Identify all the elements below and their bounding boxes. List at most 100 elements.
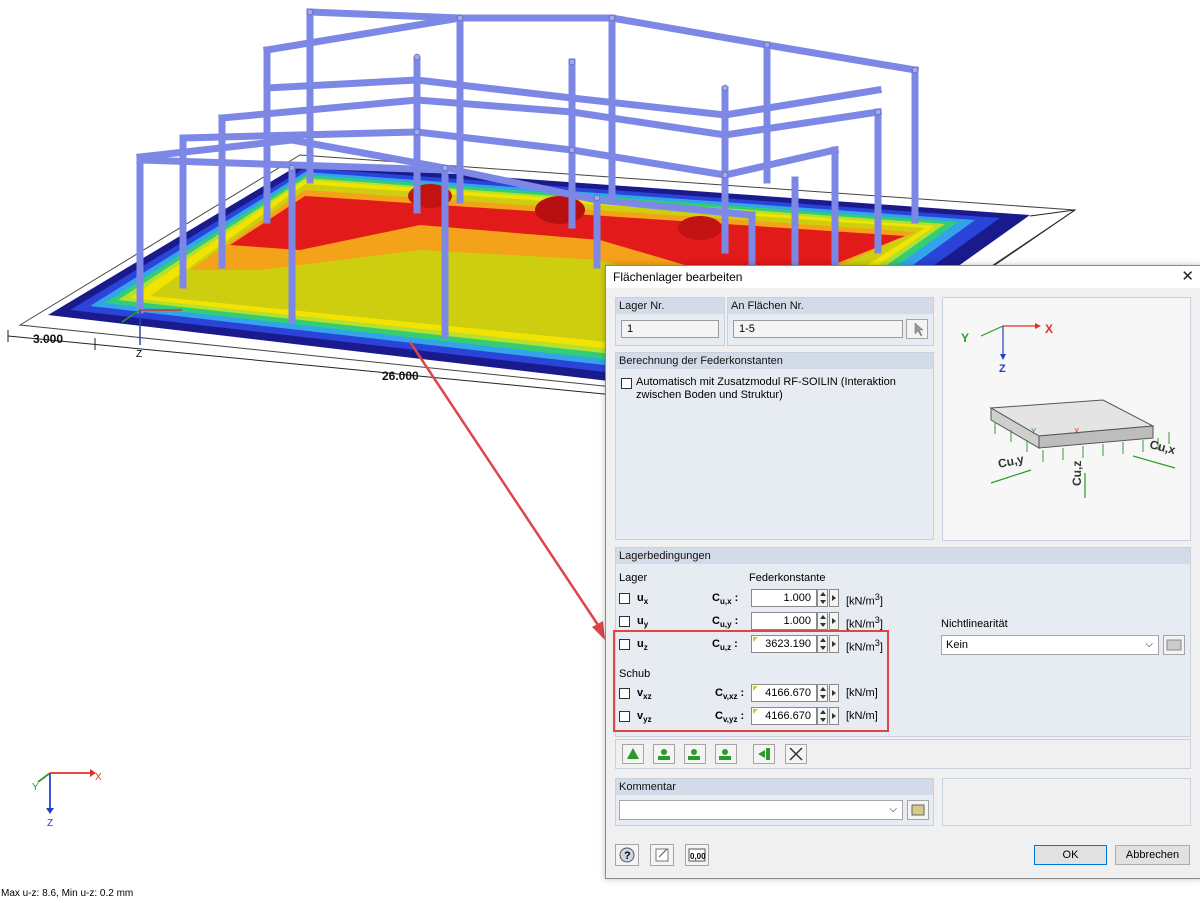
support-diagram: X Y Z Y X Cu,y Cu,x Cu,z	[942, 297, 1191, 541]
cux-spinner[interactable]	[817, 589, 828, 607]
support-y-icon	[719, 749, 731, 760]
vxz-label: vxz	[637, 687, 652, 702]
dimension-label-2: 26.000	[382, 369, 419, 383]
nichtlinearitaet-edit-button[interactable]	[1163, 635, 1185, 655]
nichtlinearitaet-value: Kein	[946, 639, 969, 651]
cux-input[interactable]: 1.000	[751, 589, 817, 607]
an-flaechen-label: An Flächen Nr.	[731, 300, 804, 312]
kommentar-preview	[942, 778, 1191, 826]
uz-label: uz	[637, 638, 648, 653]
kommentar-input[interactable]: ⌵	[619, 800, 903, 820]
diagram-y-label: Y	[961, 331, 969, 345]
surface-support-dialog: Flächenlager bearbeiten ✕ Lager Nr. 1 An…	[605, 265, 1200, 879]
chevron-down-icon: ⌵	[1145, 639, 1153, 650]
edit-button[interactable]	[650, 844, 674, 866]
ux-checkbox[interactable]	[619, 593, 630, 604]
slab-axis-z-label: Z	[136, 349, 142, 360]
help-icon: ?	[619, 847, 635, 863]
vyz-label: vyz	[637, 710, 652, 725]
cvyz-label: Cv,yz :	[715, 710, 745, 725]
dimension-label-1: 3.000	[33, 332, 63, 346]
axis-triad: X Y Z	[32, 769, 102, 829]
chevron-down-icon: ⌵	[889, 804, 897, 815]
cvyz-unit: [kN/m]	[846, 710, 878, 722]
cuz-label: Cu,z :	[712, 638, 738, 653]
cvxz-input[interactable]: 4166.670	[751, 684, 817, 702]
dialog-titlebar: Flächenlager bearbeiten ✕	[606, 266, 1200, 288]
cux-menu-arrow[interactable]	[829, 589, 839, 607]
status-bar-text: Max u-z: 8.6, Min u-z: 0.2 mm	[1, 888, 134, 899]
support-wall-button[interactable]	[753, 744, 775, 764]
cvxz-spinner[interactable]	[817, 684, 828, 702]
cux-unit: [kN/m3]	[846, 592, 883, 608]
contour-dark-red	[535, 196, 585, 224]
close-icon[interactable]: ✕	[1181, 267, 1194, 285]
federkonstanten-group: Berechnung der Federkonstanten Automatis…	[615, 352, 934, 540]
axis-x-label: X	[95, 772, 102, 783]
nichtlinearitaet-select[interactable]: Kein ⌵	[941, 635, 1159, 655]
ok-button[interactable]: OK	[1034, 845, 1107, 865]
cvyz-spinner[interactable]	[817, 707, 828, 725]
federkonstante-label: Federkonstante	[749, 572, 826, 584]
vxz-checkbox[interactable]	[619, 688, 630, 699]
callout-arrow	[408, 341, 605, 640]
cvxz-unit: [kN/m]	[846, 687, 878, 699]
cuy-unit: [kN/m3]	[846, 615, 883, 631]
support-y-button[interactable]	[715, 744, 737, 764]
units-icon-text: 0,00	[690, 852, 706, 861]
cuy-menu-arrow[interactable]	[829, 612, 839, 630]
nichtlinearitaet-label: Nichtlinearität	[941, 618, 1008, 630]
lagerbedingungen-header: Lagerbedingungen	[619, 550, 711, 562]
an-flaechen-group: An Flächen Nr. 1-5	[727, 297, 934, 346]
rf-soilin-label: Automatisch mit Zusatzmodul RF-SOILIN (I…	[636, 376, 896, 401]
uz-checkbox[interactable]	[619, 639, 630, 650]
an-flaechen-field[interactable]: 1-5	[733, 320, 903, 338]
diagram-cux-label: Cu,x	[1148, 437, 1177, 457]
cuz-input[interactable]: 3623.190	[751, 635, 817, 653]
slab-x-label: X	[1074, 427, 1080, 436]
pick-surfaces-button[interactable]	[906, 319, 928, 339]
slab-y-label: Y	[1031, 427, 1037, 436]
svg-text:?: ?	[624, 850, 631, 862]
cuz-unit: [kN/m3]	[846, 638, 883, 654]
cvyz-menu-arrow[interactable]	[829, 707, 839, 725]
kommentar-library-button[interactable]	[907, 800, 929, 820]
cux-label: Cu,x :	[712, 592, 739, 607]
wall-support-icon	[758, 748, 770, 760]
cuy-input[interactable]: 1.000	[751, 612, 817, 630]
cuz-menu-arrow[interactable]	[829, 635, 839, 653]
diagram-z-label: Z	[999, 363, 1006, 375]
units-button[interactable]: 0,00	[685, 844, 709, 866]
lager-nr-label: Lager Nr.	[619, 300, 665, 312]
cvxz-label: Cv,xz :	[715, 687, 745, 702]
kommentar-header: Kommentar	[619, 781, 676, 793]
schub-label: Schub	[619, 668, 651, 680]
fixed-support-icon	[658, 749, 670, 760]
uy-checkbox[interactable]	[619, 616, 630, 627]
support-x-icon	[688, 749, 700, 760]
kommentar-group: Kommentar ⌵	[615, 778, 934, 826]
edit-icon	[655, 848, 669, 862]
rf-soilin-checkbox[interactable]	[621, 378, 632, 389]
support-x-button[interactable]	[684, 744, 706, 764]
units-icon: 0,00	[688, 848, 706, 862]
lagerbedingungen-group: Lagerbedingungen Lager Federkonstante ux…	[613, 547, 1191, 737]
dialog-title: Flächenlager bearbeiten	[613, 270, 743, 284]
hinged-support-icon	[627, 748, 639, 759]
vyz-checkbox[interactable]	[619, 711, 630, 722]
lager-nr-field[interactable]: 1	[621, 320, 719, 338]
cuy-spinner[interactable]	[817, 612, 828, 630]
fixed-support-button[interactable]	[653, 744, 675, 764]
diagram-cuz-label: Cu,z	[1070, 461, 1084, 486]
cancel-button[interactable]: Abbrechen	[1115, 845, 1190, 865]
release-all-button[interactable]	[785, 744, 807, 764]
lager-nr-group: Lager Nr. 1	[615, 297, 725, 346]
hinged-support-button[interactable]	[622, 744, 644, 764]
cursor-icon	[914, 322, 924, 337]
cuz-spinner[interactable]	[817, 635, 828, 653]
cvyz-input[interactable]: 4166.670	[751, 707, 817, 725]
help-button[interactable]: ?	[615, 844, 639, 866]
cvxz-menu-arrow[interactable]	[829, 684, 839, 702]
support-toolbar	[615, 739, 1191, 769]
edit-nonlinearity-icon	[1166, 639, 1182, 651]
